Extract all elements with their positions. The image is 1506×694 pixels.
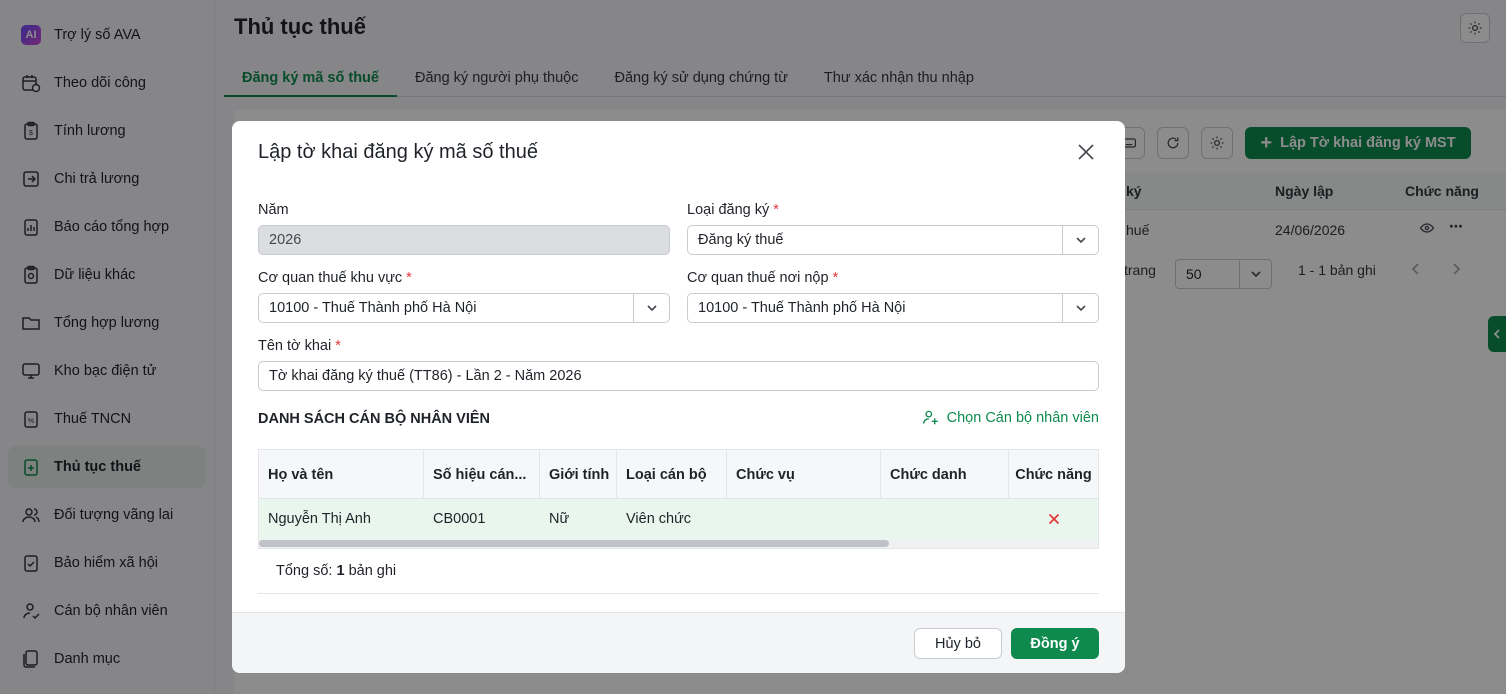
employee-list-title: DANH SÁCH CÁN BỘ NHÂN VIÊN xyxy=(258,411,491,427)
tax-office-area-select[interactable]: 10100 - Thuế Thành phố Hà Nội xyxy=(258,293,670,323)
tax-office-submit-label: Cơ quan thuế nơi nộp * xyxy=(687,270,839,286)
col-actions: Chức năng xyxy=(1015,466,1092,483)
form-name-input[interactable]: Tờ khai đăng ký thuế (TT86) - Lần 2 - Nă… xyxy=(258,361,1099,391)
total-records: Tổng số: 1 bản ghi xyxy=(276,563,397,579)
cell-title xyxy=(881,499,890,539)
col-gender[interactable]: Giới tính xyxy=(540,450,617,499)
chevron-down-icon xyxy=(633,294,669,322)
cell-full-name: Nguyễn Thị Anh xyxy=(268,511,371,527)
chevron-down-icon xyxy=(1062,226,1098,254)
table-header: Họ và tên Số hiệu cán... Giới tính Loại … xyxy=(259,450,1098,499)
close-button[interactable] xyxy=(1075,141,1097,163)
cell-employee-type: Viên chức xyxy=(626,511,692,527)
form-name-label: Tên tờ khai * xyxy=(258,338,341,354)
modal-title: Lập tờ khai đăng ký mã số thuế xyxy=(258,141,538,163)
cancel-button[interactable]: Hủy bỏ xyxy=(914,628,1002,659)
col-title[interactable]: Chức danh xyxy=(881,450,1009,499)
col-employee-type[interactable]: Loại cán bộ xyxy=(617,450,727,499)
close-icon xyxy=(1048,513,1059,525)
reg-type-select[interactable]: Đăng ký thuế xyxy=(687,225,1099,255)
create-declaration-modal: Lập tờ khai đăng ký mã số thuế Năm 2026 … xyxy=(232,121,1125,673)
confirm-button[interactable]: Đồng ý xyxy=(1011,628,1099,659)
choose-employee-button[interactable]: Chọn Cán bộ nhân viên xyxy=(922,409,1099,426)
year-label: Năm xyxy=(258,202,289,218)
modal-footer: Hủy bỏ Đồng ý xyxy=(232,612,1125,673)
delete-row-button[interactable] xyxy=(1009,499,1098,539)
col-employee-code[interactable]: Số hiệu cán... xyxy=(424,450,540,499)
year-field: 2026 xyxy=(258,225,670,255)
col-full-name[interactable]: Họ và tên xyxy=(259,450,424,499)
scrollbar-thumb[interactable] xyxy=(259,540,889,547)
table-row[interactable]: Nguyễn Thị Anh CB0001 Nữ Viên chức xyxy=(259,499,1098,539)
divider xyxy=(258,593,1099,594)
chevron-down-icon xyxy=(1062,294,1098,322)
cell-position xyxy=(727,499,736,539)
reg-type-label: Loại đăng ký * xyxy=(687,202,779,218)
employee-table: Họ và tên Số hiệu cán... Giới tính Loại … xyxy=(258,449,1099,549)
col-position[interactable]: Chức vụ xyxy=(727,450,881,499)
add-user-icon xyxy=(922,410,938,425)
tax-office-submit-select[interactable]: 10100 - Thuế Thành phố Hà Nội xyxy=(687,293,1099,323)
cell-gender: Nữ xyxy=(549,511,570,527)
cell-employee-code: CB0001 xyxy=(433,511,486,527)
horizontal-scrollbar[interactable] xyxy=(259,539,1098,548)
tax-office-area-label: Cơ quan thuế khu vực * xyxy=(258,270,412,286)
close-icon xyxy=(1078,144,1094,160)
